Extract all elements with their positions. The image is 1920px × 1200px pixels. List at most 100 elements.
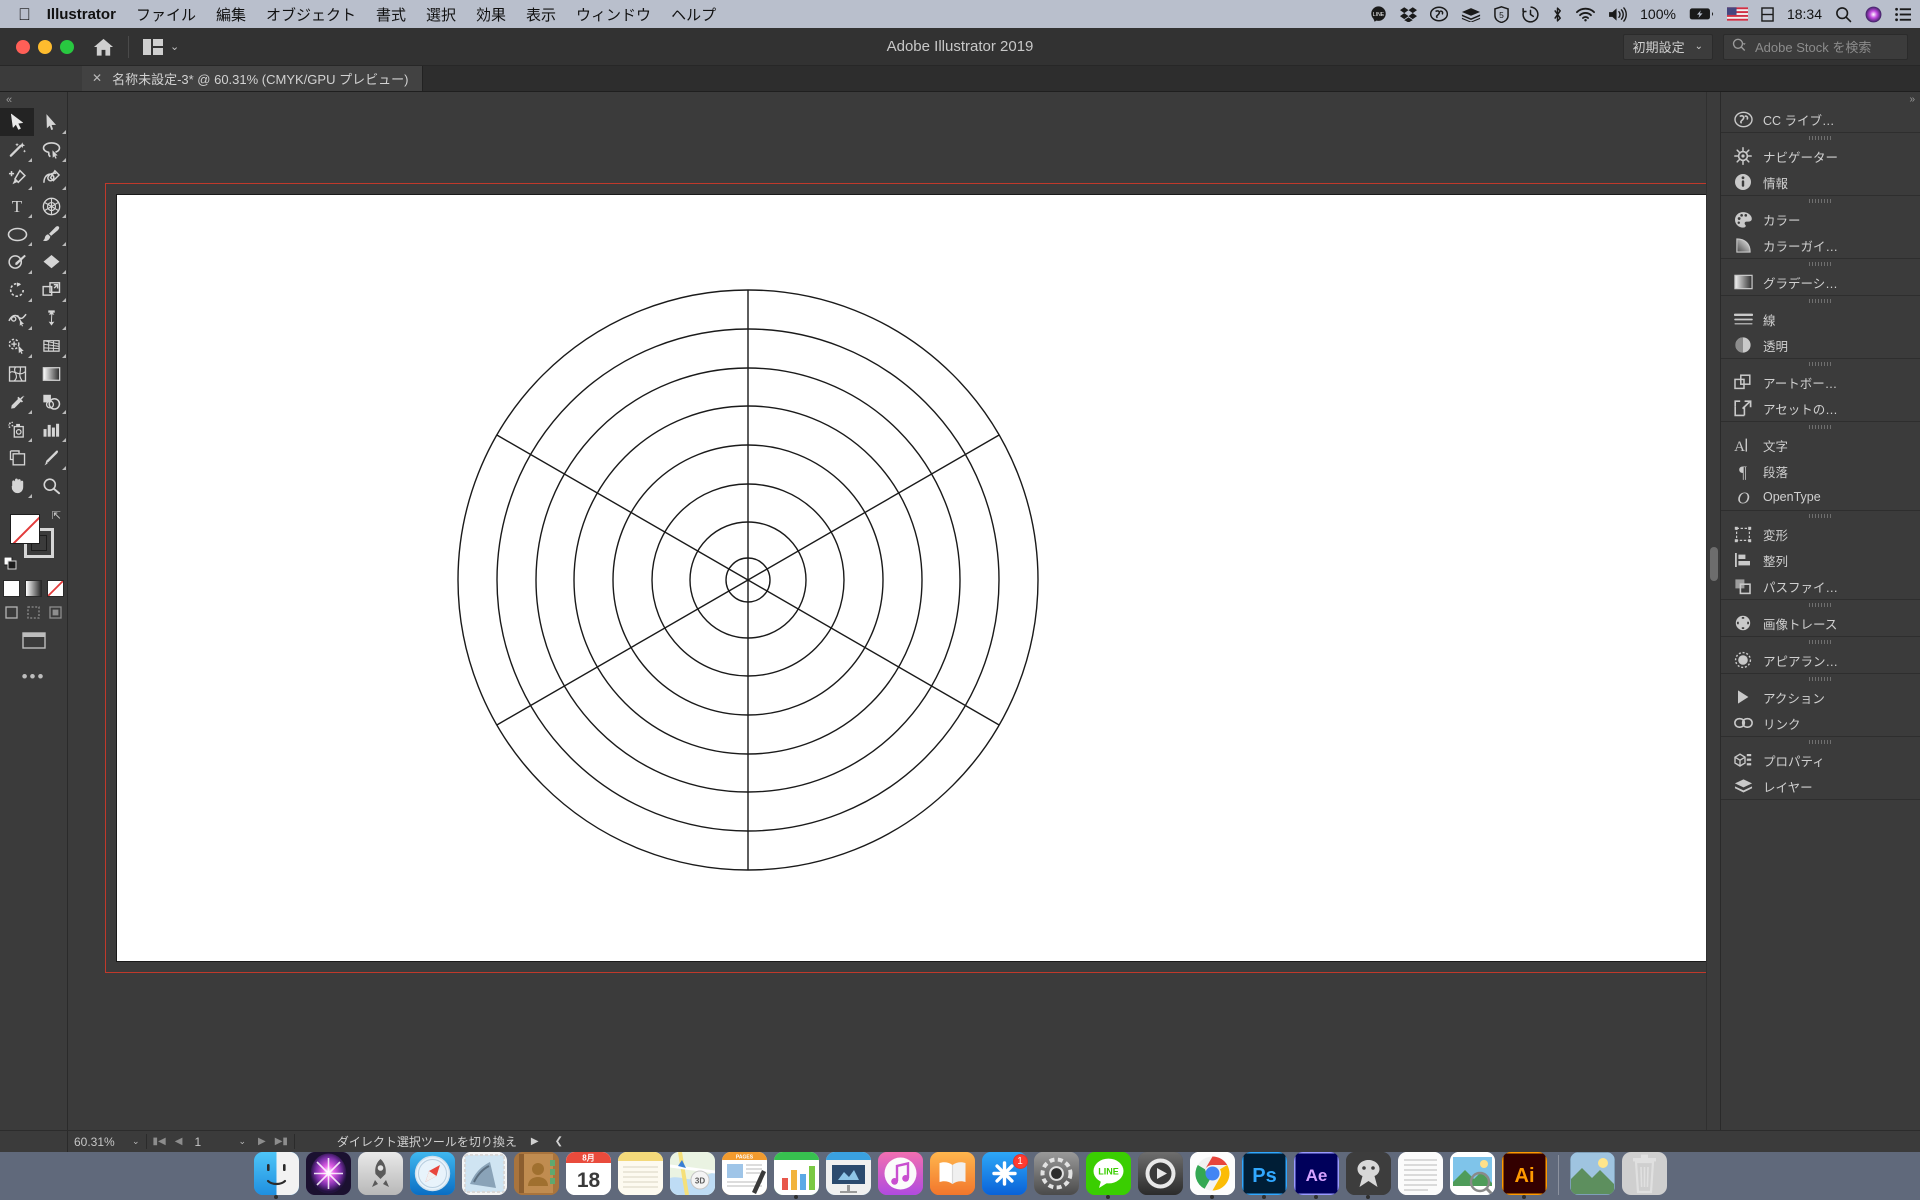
- menu-select[interactable]: 選択: [426, 4, 456, 25]
- dock-item-app-store[interactable]: 1: [981, 1152, 1028, 1199]
- curvature-tool[interactable]: [34, 164, 68, 192]
- dock-item-notes[interactable]: [617, 1152, 664, 1199]
- dock-item-maps[interactable]: 3D: [669, 1152, 716, 1199]
- screen-mode-icon[interactable]: [0, 624, 67, 657]
- panel-item-align[interactable]: 整列: [1721, 547, 1920, 573]
- dock-item-mail[interactable]: [461, 1152, 508, 1199]
- dock-item-system-preferences[interactable]: [1033, 1152, 1080, 1199]
- panel-group-grip[interactable]: [1721, 359, 1920, 369]
- panel-group-grip[interactable]: [1721, 737, 1920, 747]
- creative-cloud-icon[interactable]: [1430, 6, 1449, 22]
- panel-item-transform[interactable]: 変形: [1721, 521, 1920, 547]
- pen-tool[interactable]: [0, 164, 34, 192]
- dock-item-cinema4d[interactable]: [1345, 1152, 1392, 1199]
- dock-item-photoshop[interactable]: Ps: [1241, 1152, 1288, 1199]
- zoom-level-field[interactable]: 60.31%: [68, 1131, 126, 1152]
- panel-group-grip[interactable]: [1721, 296, 1920, 306]
- vertical-scrollbar[interactable]: [1706, 92, 1720, 1138]
- magic-wand-tool[interactable]: [0, 136, 34, 164]
- panel-item-pathfinder[interactable]: パスファイ…: [1721, 573, 1920, 599]
- shape-builder-tool[interactable]: [0, 332, 34, 360]
- swap-fill-stroke-icon[interactable]: ⇱: [52, 509, 61, 522]
- dock-item-illustrator[interactable]: Ai: [1501, 1152, 1548, 1199]
- status-menu-icon[interactable]: ▶: [523, 1136, 547, 1147]
- artboard-tool[interactable]: [0, 444, 34, 472]
- dock-item-downloads-stack[interactable]: [1569, 1152, 1616, 1199]
- mesh-tool[interactable]: [0, 360, 34, 388]
- dock-item-launchpad[interactable]: [357, 1152, 404, 1199]
- draw-behind-icon[interactable]: [26, 605, 41, 620]
- panel-group-grip[interactable]: [1721, 133, 1920, 143]
- shaper-tool[interactable]: [0, 248, 34, 276]
- direct-selection-tool[interactable]: [34, 108, 68, 136]
- close-button[interactable]: [16, 39, 30, 54]
- panel-item-info[interactable]: 情報: [1721, 169, 1920, 195]
- perspective-grid-tool[interactable]: [34, 332, 68, 360]
- canvas-area[interactable]: [68, 92, 1720, 1152]
- menu-object[interactable]: オブジェクト: [266, 4, 356, 25]
- fill-swatch[interactable]: [10, 514, 40, 544]
- artboard-number-field[interactable]: 1: [188, 1131, 232, 1152]
- column-graph-tool[interactable]: [34, 416, 68, 444]
- ellipse-tool[interactable]: [0, 220, 34, 248]
- panel-group-grip[interactable]: [1721, 259, 1920, 269]
- first-artboard-icon[interactable]: ▮◀: [153, 1136, 166, 1147]
- panel-item-asset-export[interactable]: アセットの…: [1721, 395, 1920, 421]
- previous-artboard-icon[interactable]: ◀: [175, 1136, 183, 1147]
- battery-percent[interactable]: 100%: [1640, 6, 1676, 22]
- dock-item-safari[interactable]: [409, 1152, 456, 1199]
- draw-normal-icon[interactable]: [4, 605, 19, 620]
- scale-tool[interactable]: [34, 276, 68, 304]
- panel-group-grip[interactable]: [1721, 196, 1920, 206]
- dropbox-icon[interactable]: [1400, 6, 1418, 22]
- menu-help[interactable]: ヘルプ: [671, 4, 716, 25]
- siri-icon[interactable]: [1865, 6, 1882, 23]
- dock-item-ibooks[interactable]: [929, 1152, 976, 1199]
- gradient-mode-icon[interactable]: [25, 580, 42, 597]
- panel-group-grip[interactable]: [1721, 600, 1920, 610]
- panel-item-properties[interactable]: プロパティ: [1721, 747, 1920, 773]
- bluetooth-icon[interactable]: [1552, 6, 1563, 23]
- zoom-tool[interactable]: [34, 472, 68, 500]
- calendar-icon[interactable]: [1761, 6, 1774, 22]
- volume-icon[interactable]: [1608, 6, 1628, 22]
- panel-group-grip[interactable]: [1721, 674, 1920, 684]
- slice-tool[interactable]: [34, 444, 68, 472]
- panel-item-transparency[interactable]: 透明: [1721, 332, 1920, 358]
- timemachine-icon[interactable]: [1522, 5, 1539, 23]
- dock-item-finder[interactable]: [253, 1152, 300, 1199]
- menu-effect[interactable]: 効果: [476, 4, 506, 25]
- menu-edit[interactable]: 編集: [216, 4, 246, 25]
- close-icon[interactable]: ✕: [92, 71, 102, 85]
- menu-file[interactable]: ファイル: [136, 4, 196, 25]
- dock-item-after-effects[interactable]: Ae: [1293, 1152, 1340, 1199]
- paintbrush-tool[interactable]: [34, 220, 68, 248]
- panel-item-character[interactable]: A 文字: [1721, 432, 1920, 458]
- polar-grid[interactable]: [117, 195, 1717, 963]
- dock-item-pages[interactable]: PAGES: [721, 1152, 768, 1199]
- selection-tool[interactable]: [0, 108, 34, 136]
- list-icon[interactable]: [1895, 7, 1912, 22]
- panels-collapse-icon[interactable]: »: [1721, 92, 1920, 106]
- blend-tool[interactable]: [34, 388, 68, 416]
- menu-type[interactable]: 書式: [376, 4, 406, 25]
- rotate-tool[interactable]: [0, 276, 34, 304]
- battery-charging-icon[interactable]: [1689, 7, 1714, 21]
- dock-item-chrome[interactable]: [1189, 1152, 1236, 1199]
- default-fill-stroke-icon[interactable]: [3, 556, 17, 570]
- workspace-switcher[interactable]: 初期設定 ⌄: [1622, 33, 1713, 60]
- status-resize-icon[interactable]: ❮: [547, 1136, 571, 1147]
- artboard[interactable]: [116, 194, 1716, 962]
- color-mode-icon[interactable]: [3, 580, 20, 597]
- dock-item-itunes[interactable]: [877, 1152, 924, 1199]
- stock-search-input[interactable]: Adobe Stock を検索: [1723, 33, 1908, 60]
- document-tab[interactable]: ✕ 名称未設定-3* @ 60.31% (CMYK/GPU プレビュー): [82, 65, 424, 91]
- more-tools-icon[interactable]: •••: [0, 657, 67, 697]
- zoom-button[interactable]: [60, 39, 74, 54]
- panel-item-actions[interactable]: アクション: [1721, 684, 1920, 710]
- search-icon[interactable]: [1835, 6, 1852, 23]
- panel-item-links[interactable]: リンク: [1721, 710, 1920, 736]
- eraser-tool[interactable]: [34, 248, 68, 276]
- panel-item-creative-cloud-libraries[interactable]: CC ライブ…: [1721, 106, 1920, 132]
- dock-item-trash[interactable]: [1621, 1152, 1668, 1199]
